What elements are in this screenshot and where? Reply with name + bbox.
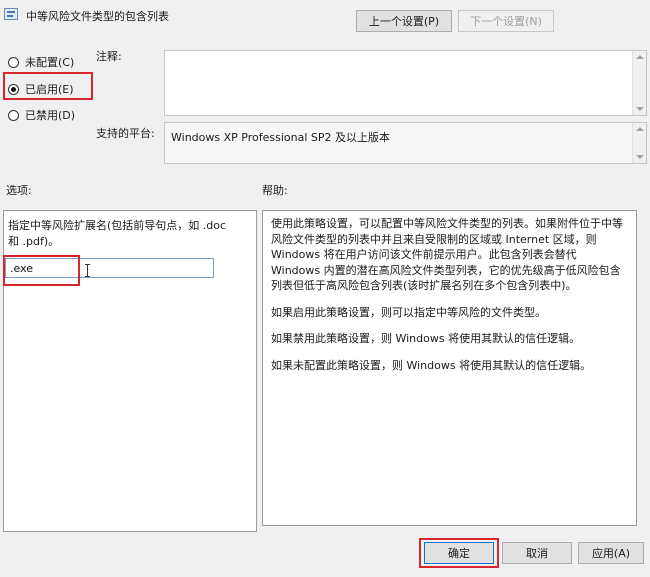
text-cursor-icon [85, 264, 90, 277]
radio-label: 已禁用(D) [25, 109, 76, 122]
highlight-enabled-box [3, 72, 93, 100]
scroll-down-arrow-icon[interactable] [636, 155, 644, 159]
options-description-line: 和 .pdf)。 [8, 235, 60, 248]
radio-disabled[interactable]: 已禁用(D) [8, 107, 75, 123]
scroll-up-arrow-icon[interactable] [636, 127, 644, 131]
comment-textarea[interactable] [164, 50, 647, 116]
help-line: Windows 将在用户访问该文件前提示用户。此包含列表会替代 [271, 248, 577, 261]
scroll-down-arrow-icon[interactable] [636, 107, 644, 111]
options-description-line: 指定中等风险扩展名(包括前导句点，如 .doc [8, 219, 227, 232]
help-line: 如果禁用此策略设置，则 Windows 将使用其默认的信任逻辑。 [271, 332, 581, 345]
help-line: 使用此策略设置，可以配置中等风险文件类型的列表。如果附件位于中等 [271, 217, 623, 230]
help-line: 列表但低于高风险包含列表(该时扩展名列在多个包含列表中)。 [271, 279, 577, 292]
comment-label: 注释: [96, 50, 122, 63]
platform-value: Windows XP Professional SP2 及以上版本 [171, 131, 390, 144]
options-description: 指定中等风险扩展名(包括前导句点，如 .doc 和 .pdf)。 [8, 218, 226, 250]
help-line: Windows 内置的潜在高风险文件类型列表，它的优先级高于低风险包含 [271, 263, 621, 277]
help-paragraph: 如果禁用此策略设置，则 Windows 将使用其默认的信任逻辑。 [271, 331, 628, 347]
apply-button[interactable]: 应用(A) [578, 542, 644, 564]
help-line: 如果未配置此策略设置，则 Windows 将使用其默认的信任逻辑。 [271, 358, 592, 372]
help-label: 帮助: [262, 184, 288, 197]
radio-label: 未配置(C) [25, 56, 75, 69]
scroll-up-arrow-icon[interactable] [636, 55, 644, 59]
policy-icon [4, 8, 18, 20]
options-label: 选项: [6, 184, 32, 197]
cancel-button[interactable]: 取消 [502, 542, 572, 564]
highlight-ok-box [419, 538, 499, 568]
radio-circle[interactable] [8, 109, 19, 121]
window-title: 中等风险文件类型的包含列表 [26, 10, 169, 23]
radio-circle[interactable] [8, 56, 19, 68]
help-paragraph: 如果未配置此策略设置，则 Windows 将使用其默认的信任逻辑。 [271, 358, 628, 374]
comment-scrollbar[interactable] [632, 51, 646, 115]
platform-label: 支持的平台: [96, 127, 155, 140]
help-line: 如果启用此策略设置，则可以指定中等风险的文件类型。 [271, 305, 546, 319]
highlight-input-box [3, 255, 80, 286]
platform-scrollbar[interactable] [632, 123, 646, 163]
help-paragraph: 如果启用此策略设置，则可以指定中等风险的文件类型。 [271, 305, 628, 321]
radio-not-configured[interactable]: 未配置(C) [8, 54, 74, 70]
help-panel: 使用此策略设置，可以配置中等风险文件类型的列表。如果附件位于中等 风险文件类型的… [262, 210, 637, 526]
previous-setting-button[interactable]: 上一个设置(P) [356, 10, 452, 32]
help-paragraph: 使用此策略设置，可以配置中等风险文件类型的列表。如果附件位于中等 风险文件类型的… [271, 216, 628, 294]
next-setting-button[interactable]: 下一个设置(N) [458, 10, 554, 32]
platform-textbox: Windows XP Professional SP2 及以上版本 [164, 122, 647, 164]
help-line: 风险文件类型的列表中并且来自受限制的区域或 Internet 区域，则 [271, 232, 597, 246]
